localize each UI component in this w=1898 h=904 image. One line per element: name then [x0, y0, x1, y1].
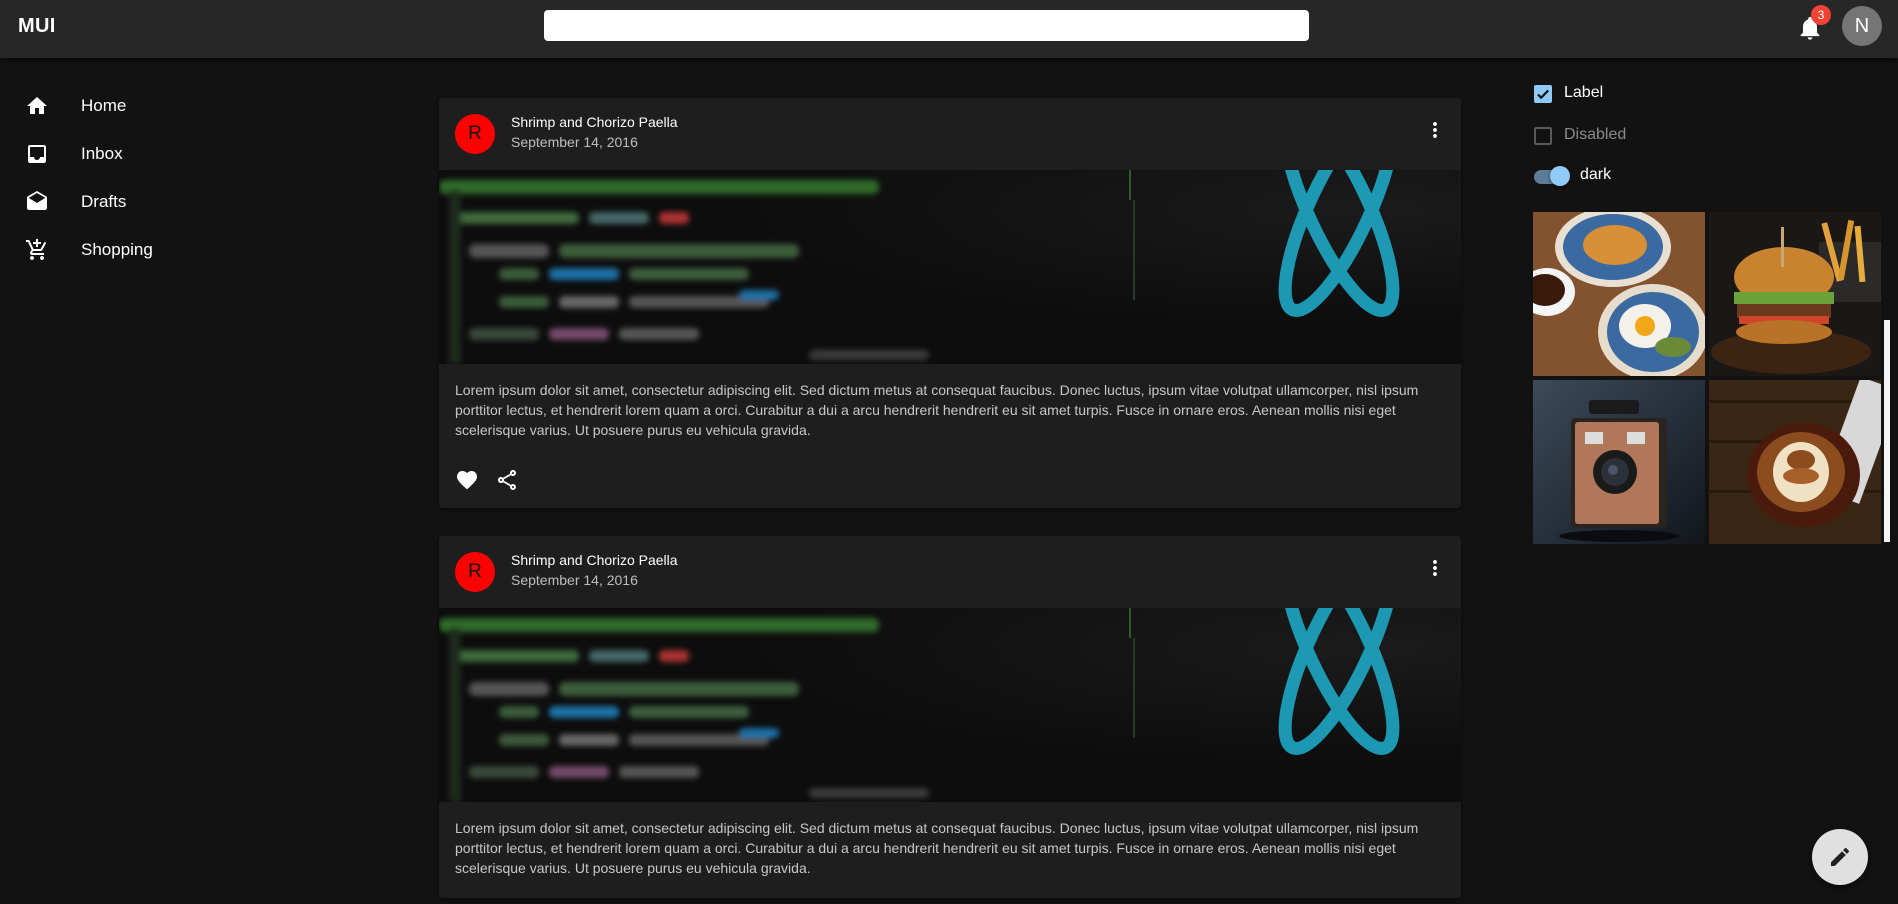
card-title: Shrimp and Chorizo Paella	[511, 114, 678, 130]
checkbox-checked-icon[interactable]	[1534, 85, 1552, 103]
image-list	[1533, 212, 1888, 544]
burger-photo	[1709, 212, 1881, 376]
disabled-label: Disabled	[1564, 126, 1627, 143]
checkbox-empty-icon	[1534, 127, 1552, 145]
app-bar: MUI 3 N	[0, 0, 1898, 58]
user-avatar[interactable]: N	[1842, 6, 1882, 46]
more-vert-icon[interactable]	[1423, 556, 1447, 580]
card-avatar: R	[455, 114, 495, 154]
shopping-cart-icon	[26, 239, 47, 260]
dark-mode-switch[interactable]: dark	[1532, 160, 1672, 192]
post-card: R Shrimp and Chorizo Paella September 14…	[439, 98, 1461, 508]
sidebar-item-inbox[interactable]: Inbox	[0, 130, 260, 178]
image-tile-coffee[interactable]	[1709, 380, 1881, 544]
sidebar-item-label: Drafts	[81, 192, 127, 211]
card-date: September 14, 2016	[511, 134, 638, 150]
drafts-icon	[27, 191, 47, 210]
checkbox-label: Label	[1564, 84, 1604, 101]
post-card: R Shrimp and Chorizo Paella September 14…	[439, 536, 1461, 898]
image-tile-camera[interactable]	[1533, 380, 1705, 544]
share-icon[interactable]	[495, 468, 519, 492]
sidebar-item-label: Shopping	[81, 240, 153, 259]
card-avatar: R	[455, 552, 495, 592]
breakfast-photo	[1533, 212, 1705, 376]
card-actions	[439, 460, 1461, 508]
sidebar-item-shopping[interactable]: Shopping	[0, 226, 260, 274]
card-body-text: Lorem ipsum dolor sit amet, consectetur …	[455, 820, 1419, 876]
code-react-illustration	[439, 170, 1461, 364]
sidebar-item-drafts[interactable]: Drafts	[0, 178, 260, 226]
code-react-illustration	[439, 608, 1461, 802]
favorite-icon[interactable]	[455, 468, 479, 492]
switch-label: dark	[1580, 166, 1612, 183]
notification-badge: 3	[1811, 5, 1831, 25]
card-title: Shrimp and Chorizo Paella	[511, 552, 678, 568]
home-icon	[27, 97, 47, 114]
sidebar-item-home[interactable]: Home	[0, 82, 260, 130]
disabled-checkbox: Disabled	[1532, 120, 1672, 152]
app-logo[interactable]: MUI	[18, 15, 56, 38]
label-checkbox[interactable]: Label	[1532, 78, 1652, 110]
search-input[interactable]	[544, 10, 1309, 41]
sidebar-item-label: Inbox	[81, 144, 123, 163]
inbox-icon	[28, 145, 46, 163]
edit-fab-button[interactable]	[1812, 829, 1868, 885]
more-vert-icon[interactable]	[1423, 118, 1447, 142]
coffee-photo	[1709, 380, 1881, 544]
edit-icon	[1831, 847, 1850, 866]
sidebar-item-label: Home	[81, 96, 127, 115]
image-tile-burger[interactable]	[1709, 212, 1881, 376]
card-media-image	[439, 608, 1461, 802]
card-body-text: Lorem ipsum dolor sit amet, consectetur …	[455, 382, 1419, 438]
card-date: September 14, 2016	[511, 572, 638, 588]
camera-photo	[1533, 380, 1705, 544]
card-header: R Shrimp and Chorizo Paella September 14…	[439, 98, 1461, 170]
card-header: R Shrimp and Chorizo Paella September 14…	[439, 536, 1461, 608]
image-list-scrollbar[interactable]	[1884, 320, 1890, 542]
image-tile-breakfast[interactable]	[1533, 212, 1705, 376]
switch-thumb[interactable]	[1550, 166, 1570, 186]
card-media-image	[439, 170, 1461, 364]
